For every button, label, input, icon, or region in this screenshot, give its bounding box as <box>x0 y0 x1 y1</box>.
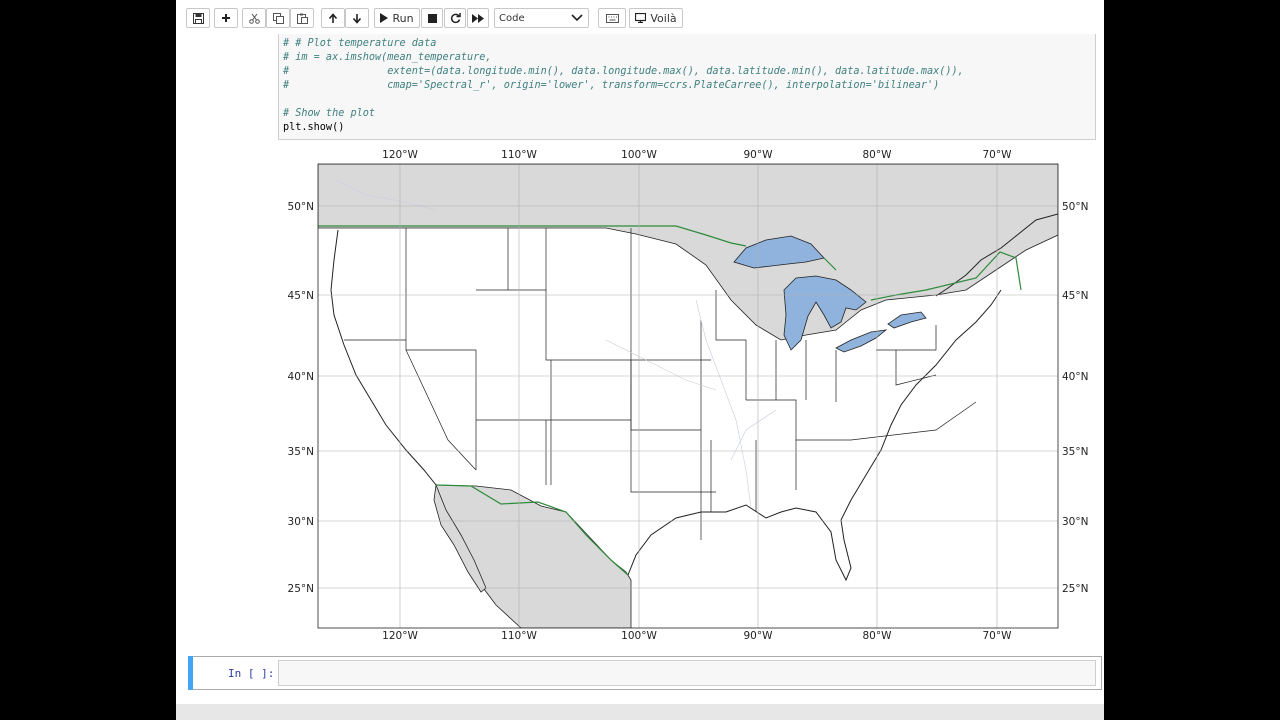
paste-icon <box>296 13 308 24</box>
voila-button[interactable]: Voilà <box>629 8 683 28</box>
lon-tick-bottom: 90°W <box>744 630 774 642</box>
lon-tick-top: 100°W <box>621 149 657 161</box>
restart-button[interactable] <box>444 8 466 28</box>
move-down-button[interactable] <box>345 8 369 28</box>
map-output: 120°W 110°W 100°W 90°W 80°W 70°W 120°W 1… <box>276 140 1096 650</box>
play-icon <box>380 13 389 23</box>
lon-tick-top: 120°W <box>382 149 418 161</box>
lat-tick-left: 50°N <box>288 201 314 213</box>
stop-icon <box>427 13 437 23</box>
lon-tick-top: 90°W <box>744 149 774 161</box>
lat-tick-right: 30°N <box>1062 516 1088 528</box>
run-button[interactable]: Run <box>374 8 420 28</box>
cell-input-area[interactable] <box>278 660 1096 686</box>
lat-tick-left: 35°N <box>288 446 314 458</box>
cell-type-select[interactable]: Code <box>494 8 589 28</box>
arrow-down-icon <box>352 13 362 24</box>
notebook-window: Run Code Voilà # # Plot temperature data… <box>176 0 1104 720</box>
monitor-icon <box>635 13 647 23</box>
save-icon <box>192 12 204 24</box>
scissors-icon <box>248 13 260 24</box>
input-prompt: In [ ]: <box>228 667 275 680</box>
lat-tick-right: 35°N <box>1062 446 1088 458</box>
lat-tick-right: 45°N <box>1062 290 1088 302</box>
paste-button[interactable] <box>290 8 314 28</box>
lat-tick-left: 25°N <box>288 583 314 595</box>
run-label: Run <box>392 11 414 25</box>
voila-label: Voilà <box>650 11 677 25</box>
arrow-up-icon <box>328 12 338 23</box>
code-editor[interactable]: # # Plot temperature data # im = ax.imsh… <box>278 34 1096 140</box>
lat-tick-right: 40°N <box>1062 371 1088 383</box>
restart-icon <box>450 12 461 23</box>
lon-tick-bottom: 110°W <box>501 630 537 642</box>
cut-button[interactable] <box>242 8 266 28</box>
lat-tick-right: 50°N <box>1062 201 1088 213</box>
notebook-page: Run Code Voilà # # Plot temperature data… <box>176 0 1104 704</box>
plus-icon <box>222 14 230 22</box>
code-line: plt.show() <box>283 122 345 133</box>
code-line: # Show the plot <box>283 108 376 119</box>
fast-forward-icon <box>472 13 484 23</box>
selected-cell-indicator <box>188 656 193 690</box>
lon-tick-bottom: 120°W <box>382 630 418 642</box>
map-figure: 120°W 110°W 100°W 90°W 80°W 70°W 120°W 1… <box>288 149 1089 642</box>
insert-cell-button[interactable] <box>214 8 238 28</box>
code-line: # # Plot temperature data <box>283 38 437 49</box>
lon-tick-top: 70°W <box>983 149 1013 161</box>
lon-tick-bottom: 100°W <box>621 630 657 642</box>
lon-tick-bottom: 70°W <box>983 630 1013 642</box>
code-line: # extent=(data.longitude.min(), data.lon… <box>283 66 964 77</box>
cell-type-value: Code <box>499 12 525 24</box>
lat-tick-left: 45°N <box>288 290 314 302</box>
lon-tick-top: 110°W <box>501 149 537 161</box>
move-up-button[interactable] <box>321 8 345 28</box>
lon-tick-top: 80°W <box>863 149 893 161</box>
command-palette-button[interactable] <box>598 8 626 28</box>
save-button[interactable] <box>186 8 210 28</box>
lat-tick-left: 40°N <box>288 371 314 383</box>
lat-tick-left: 30°N <box>288 516 314 528</box>
chevron-down-icon <box>571 14 583 22</box>
code-line: # im = ax.imshow(mean_temperature, <box>283 52 492 63</box>
run-all-button[interactable] <box>467 8 489 28</box>
copy-button[interactable] <box>266 8 290 28</box>
code-line: # cmap='Spectral_r', origin='lower', tra… <box>283 80 940 91</box>
copy-icon <box>272 12 284 24</box>
lat-tick-right: 25°N <box>1062 583 1088 595</box>
notebook-toolbar: Run Code Voilà <box>176 0 1104 34</box>
lon-tick-bottom: 80°W <box>863 630 893 642</box>
bottom-scroll-area <box>176 704 1104 720</box>
keyboard-icon <box>605 13 619 23</box>
interrupt-button[interactable] <box>421 8 443 28</box>
